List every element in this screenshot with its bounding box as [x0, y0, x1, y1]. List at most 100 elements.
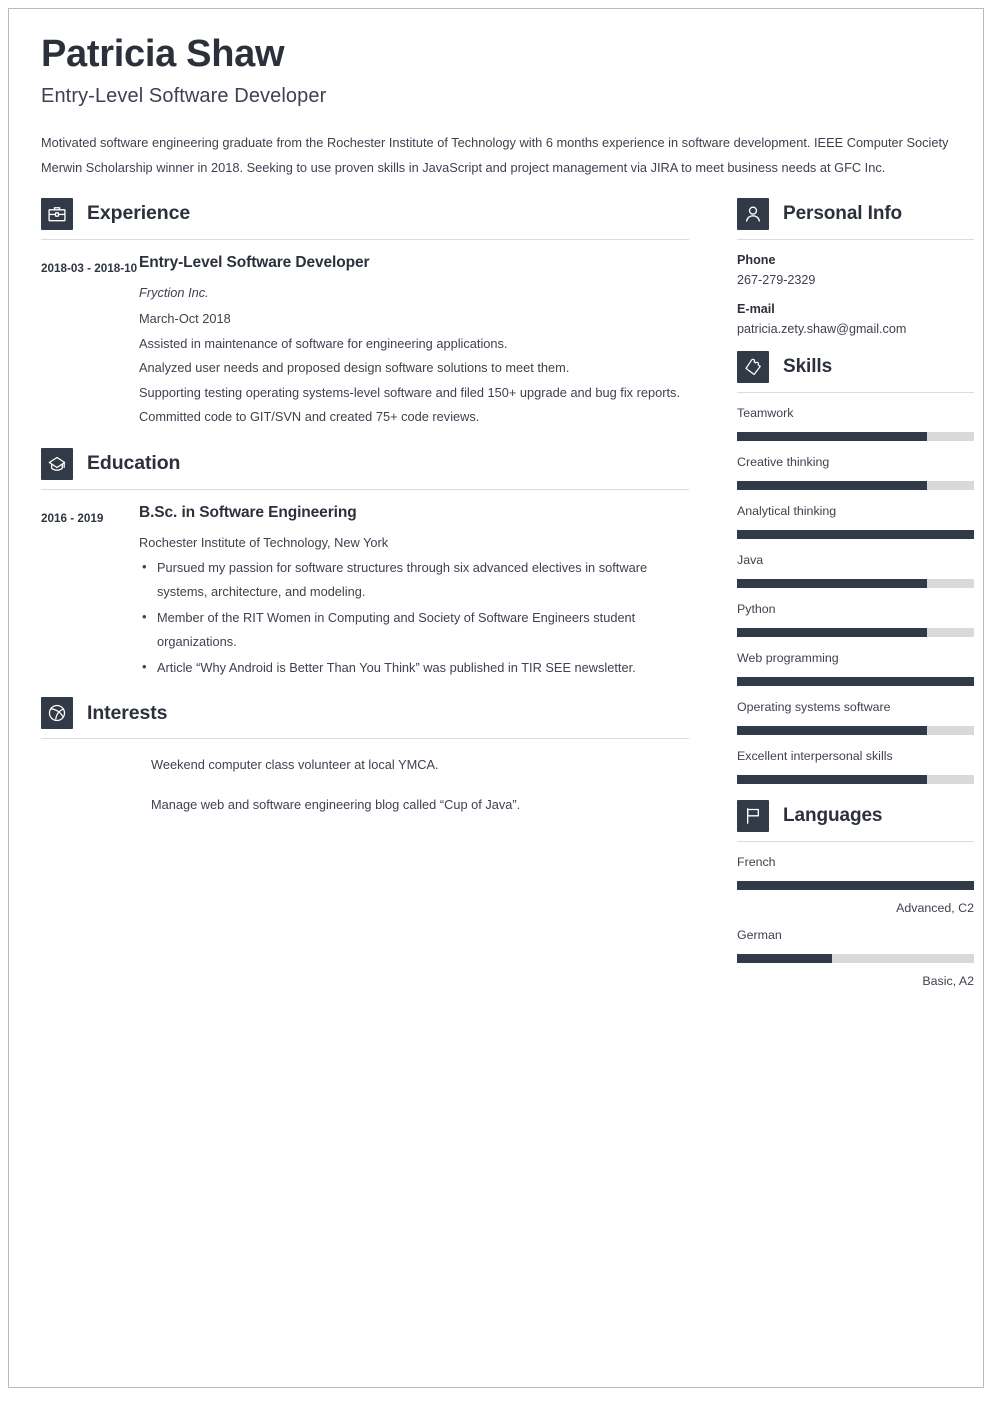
skill-level-bar	[737, 627, 974, 637]
skill-level-fill	[737, 529, 974, 539]
education-bullet: Pursued my passion for software structur…	[139, 555, 689, 605]
skill-item: Teamwork	[737, 406, 974, 441]
section-languages: Languages French Advanced, C2 German Basic,…	[737, 799, 974, 988]
skill-item: Java	[737, 553, 974, 588]
experience-entry-body: Entry-Level Software Developer Fryction …	[139, 254, 689, 430]
skill-item: Analytical thinking	[737, 504, 974, 539]
profile-summary: Motivated software engineering graduate …	[41, 134, 949, 175]
skill-level-fill	[737, 725, 927, 735]
experience-dates: 2018-03 - 2018-10	[41, 261, 138, 275]
section-interests: Interests Weekend computer class volunte…	[41, 697, 689, 817]
language-level-label: Advanced, C2	[896, 900, 974, 915]
language-item: French Advanced, C2	[737, 855, 974, 915]
skill-name: Creative thinking	[737, 454, 830, 469]
education-bullet-list: Pursued my passion for software structur…	[139, 555, 689, 681]
sidebar-column: Personal Info Phone 267-279-2329 E-mail …	[737, 197, 974, 1008]
education-entry: 2016 - 2019 B.Sc. in Software Engineerin…	[41, 504, 689, 682]
education-entry-body: B.Sc. in Software Engineering Rochester …	[139, 504, 689, 682]
skill-name: Operating systems software	[737, 699, 891, 714]
language-level-label: Basic, A2	[922, 973, 974, 988]
skill-item: Operating systems software	[737, 700, 974, 735]
personal-info-header: Personal Info	[737, 197, 974, 240]
basketball-icon	[41, 697, 73, 730]
experience-header: Experience	[41, 197, 689, 240]
language-name: French	[737, 854, 776, 869]
skill-level-bar	[737, 774, 974, 784]
section-skills: Skills Teamwork Creative thinking Analytic…	[737, 350, 974, 784]
experience-entry: 2018-03 - 2018-10 Entry-Level Software D…	[41, 254, 689, 430]
language-level-bar	[737, 953, 974, 963]
skill-level-bar	[737, 529, 974, 539]
skills-title: Skills	[783, 355, 833, 377]
skill-level-bar	[737, 725, 974, 735]
section-education: Education 2016 - 2019 B.Sc. in Software …	[41, 447, 689, 682]
briefcase-icon	[41, 197, 73, 230]
skill-item: Creative thinking	[737, 455, 974, 490]
phone-value: 267-279-2329	[737, 272, 816, 287]
email-value: patricia.zety.shaw@gmail.com	[737, 321, 907, 336]
experience-title: Experience	[87, 202, 191, 225]
language-level-bar	[737, 880, 974, 890]
skill-level-bar	[737, 578, 974, 588]
skill-name: Analytical thinking	[737, 503, 837, 518]
experience-duty: Supporting testing operating systems-lev…	[139, 384, 680, 400]
education-bullet: Member of the RIT Women in Computing and…	[139, 605, 689, 655]
experience-duty: Committed code to GIT/SVN and created 75…	[139, 409, 480, 425]
skill-level-fill	[737, 676, 974, 686]
skill-level-fill	[737, 578, 927, 588]
education-title: Education	[87, 452, 181, 475]
experience-company: Fryction Inc.	[139, 284, 209, 300]
skill-level-bar	[737, 480, 974, 490]
skill-name: Web programming	[737, 650, 839, 665]
experience-period: March-Oct 2018	[139, 310, 231, 326]
language-item: German Basic, A2	[737, 928, 974, 988]
education-header: Education	[41, 447, 689, 490]
graduation-cap-icon	[41, 447, 73, 480]
skill-name: Excellent interpersonal skills	[737, 748, 893, 763]
email-label: E-mail	[737, 301, 775, 316]
skills-list: Teamwork Creative thinking Analytical thin…	[737, 406, 974, 784]
interest-item: Weekend computer class volunteer at loca…	[151, 757, 439, 773]
skill-level-fill	[737, 480, 927, 490]
main-column: Experience 2018-03 - 2018-10 Entry-Level…	[41, 197, 689, 838]
job-title: Entry-Level Software Developer	[41, 84, 327, 107]
skill-name: Python	[737, 601, 776, 616]
resume-page: Patricia Shaw Entry-Level Software Devel…	[8, 8, 984, 1388]
skill-item: Python	[737, 602, 974, 637]
experience-job-title: Entry-Level Software Developer	[139, 253, 370, 271]
skill-level-fill	[737, 431, 927, 441]
education-degree: B.Sc. in Software Engineering	[139, 503, 357, 521]
section-personal-info: Personal Info Phone 267-279-2329 E-mail …	[737, 197, 974, 336]
skill-level-bar	[737, 676, 974, 686]
education-dates: 2016 - 2019	[41, 511, 104, 525]
languages-list: French Advanced, C2 German Basic, A2	[737, 855, 974, 988]
skill-item: Excellent interpersonal skills	[737, 749, 974, 784]
language-level-fill	[737, 953, 832, 963]
skill-level-bar	[737, 431, 974, 441]
language-name: German	[737, 927, 782, 942]
interests-header: Interests	[41, 697, 689, 740]
person-icon	[737, 197, 769, 230]
languages-header: Languages	[737, 799, 974, 842]
page-title: Patricia Shaw	[41, 33, 285, 75]
puzzle-piece-icon	[737, 350, 769, 383]
languages-title: Languages	[783, 804, 883, 826]
language-level-fill	[737, 880, 974, 890]
resume-body: Experience 2018-03 - 2018-10 Entry-Level…	[41, 197, 974, 1008]
education-bullet: Article “Why Android is Better Than You …	[139, 655, 689, 681]
skill-name: Java	[737, 552, 764, 567]
experience-duty: Assisted in maintenance of software for …	[139, 335, 508, 351]
flag-icon	[737, 799, 769, 832]
personal-info-title: Personal Info	[783, 202, 903, 224]
skill-name: Teamwork	[737, 405, 794, 420]
interest-item: Manage web and software engineering blog…	[151, 797, 521, 813]
experience-duty: Analyzed user needs and proposed design …	[139, 360, 570, 376]
skill-level-fill	[737, 774, 927, 784]
phone-label: Phone	[737, 252, 776, 267]
skill-level-fill	[737, 627, 927, 637]
skills-header: Skills	[737, 350, 974, 393]
interests-title: Interests	[87, 701, 168, 724]
education-school: Rochester Institute of Technology, New Y…	[139, 534, 389, 550]
section-experience: Experience 2018-03 - 2018-10 Entry-Level…	[41, 197, 689, 430]
skill-item: Web programming	[737, 651, 974, 686]
